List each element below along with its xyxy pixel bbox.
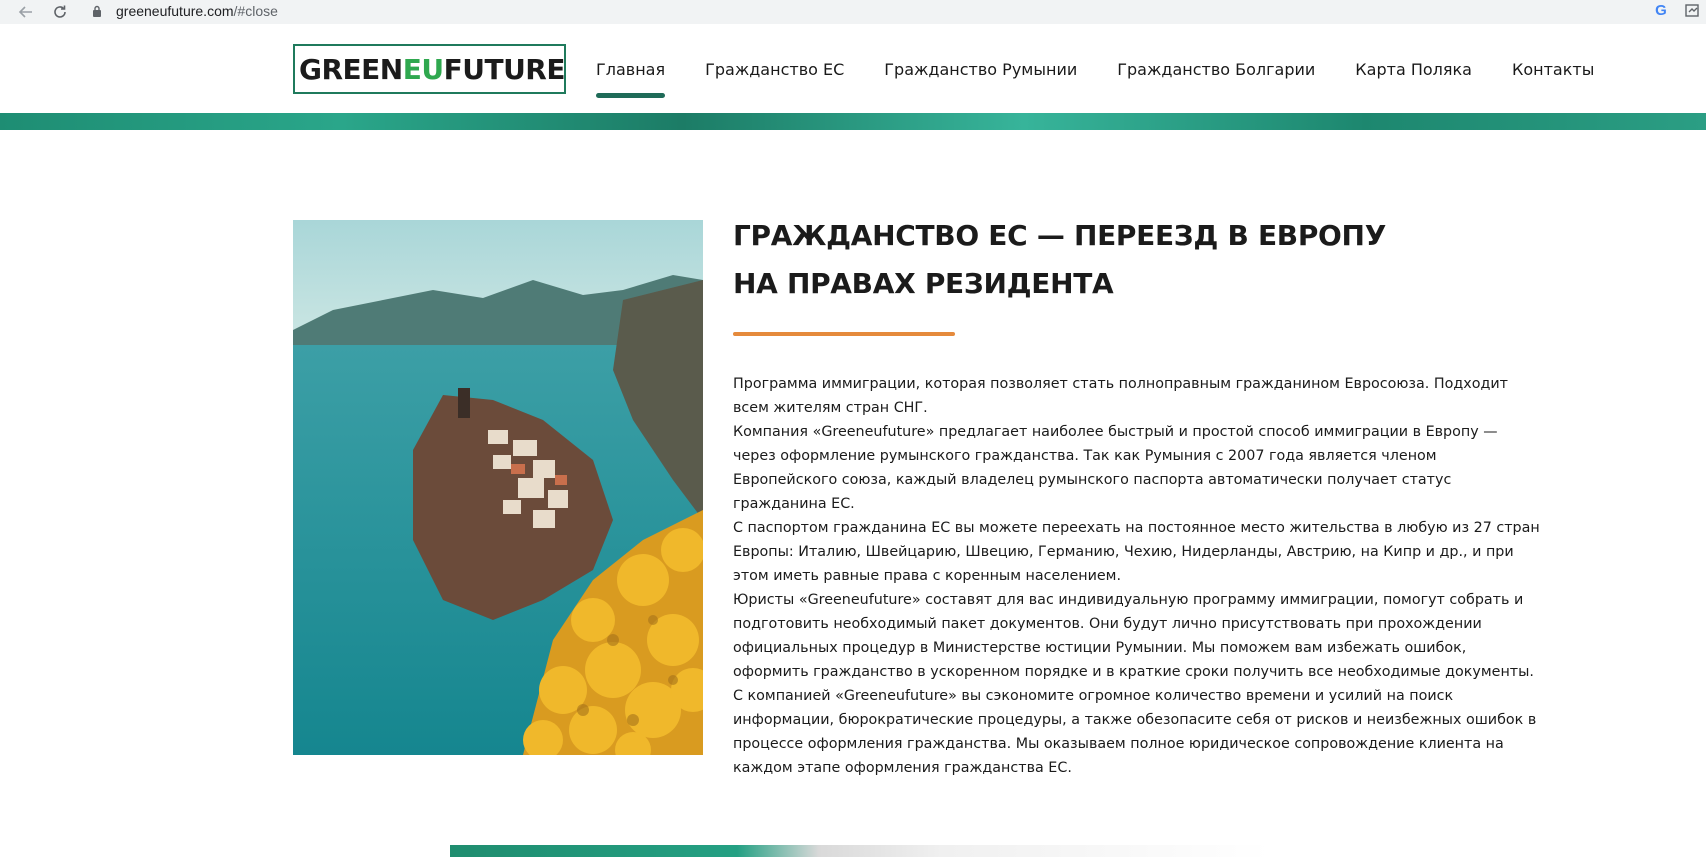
share-icon[interactable] <box>1684 2 1702 20</box>
reload-icon[interactable] <box>48 0 72 24</box>
lock-icon <box>92 4 104 18</box>
next-section-banner <box>450 845 1270 857</box>
page-title: ГРАЖДАНСТВО ЕС — ПЕРЕЕЗД В ЕВРОПУ НА ПРА… <box>733 212 1433 308</box>
logo-text-future: FUTURE <box>443 52 566 86</box>
logo-text-eu: EU <box>402 52 444 86</box>
paragraph: Компания «Greeneufuture» предлагает наиб… <box>733 424 1498 512</box>
paragraph: С паспортом гражданина ЕС вы можете пере… <box>733 520 1540 584</box>
address-bar[interactable]: greeneufuture.com/#close <box>80 0 1640 22</box>
hero-banner-strip <box>0 113 1706 130</box>
google-icon[interactable]: G <box>1652 2 1670 20</box>
coastal-town-image <box>293 220 703 755</box>
intro-text: Программа иммиграции, которая позволяет … <box>733 372 1543 780</box>
main-nav: Главная Гражданство ЕС Гражданство Румын… <box>596 60 1634 98</box>
nav-item-pole-card[interactable]: Карта Поляка <box>1355 60 1472 88</box>
nav-item-bulgaria-citizenship[interactable]: Гражданство Болгарии <box>1117 60 1315 88</box>
nav-item-eu-citizenship[interactable]: Гражданство ЕС <box>705 60 844 88</box>
nav-item-romania-citizenship[interactable]: Гражданство Румынии <box>884 60 1077 88</box>
url-host: greeneufuture.com <box>116 3 234 19</box>
paragraph: Программа иммиграции, которая позволяет … <box>733 376 1508 416</box>
nav-item-contacts[interactable]: Контакты <box>1512 60 1594 88</box>
browser-toolbar: greeneufuture.com/#close G <box>0 0 1706 24</box>
site-logo[interactable]: GREENEUFUTURE <box>293 44 566 94</box>
paragraph: Юристы «Greeneufuture» составят для вас … <box>733 592 1534 680</box>
page-title-line2: НА ПРАВАХ РЕЗИДЕНТА <box>733 267 1114 300</box>
url-path: /#close <box>233 3 278 19</box>
url-text: greeneufuture.com/#close <box>116 3 278 19</box>
nav-item-home[interactable]: Главная <box>596 60 666 98</box>
logo-text-green: GREEN <box>299 52 403 86</box>
back-arrow-icon[interactable] <box>14 0 38 24</box>
title-divider <box>733 332 955 336</box>
logo-wordmark: GREENEUFUTURE <box>299 52 566 86</box>
page-title-line1: ГРАЖДАНСТВО ЕС — ПЕРЕЕЗД В ЕВРОПУ <box>733 219 1386 252</box>
paragraph: С компанией «Greeneufuture» вы сэкономит… <box>733 688 1537 776</box>
